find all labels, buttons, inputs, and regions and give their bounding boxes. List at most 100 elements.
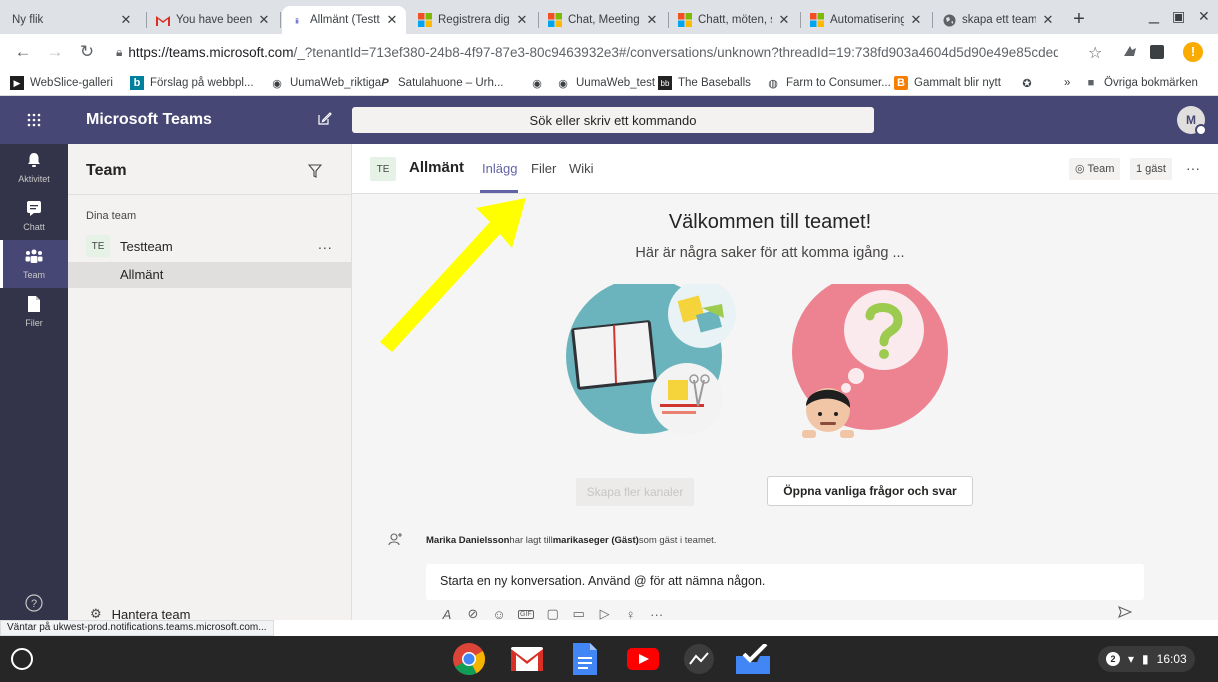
system-tray[interactable]: 2 ▾ ▮ 16:03 <box>1098 646 1195 672</box>
battery-icon: ▮ <box>1142 652 1149 666</box>
bookmark-item[interactable]: bb The Baseballs <box>658 74 751 92</box>
open-faq-button[interactable]: Öppna vanliga frågor och svar <box>767 476 973 506</box>
send-icon[interactable] <box>1118 605 1133 622</box>
close-tab-icon[interactable]: ✕ <box>514 12 530 28</box>
new-tab-plus-icon[interactable]: + <box>1067 8 1091 32</box>
alert-badge-icon[interactable]: ! <box>1183 42 1203 62</box>
attach-paperclip-icon[interactable]: ⊘ <box>466 606 480 622</box>
tab-posts[interactable]: Inlägg <box>482 161 517 176</box>
forward-arrow-icon[interactable]: → <box>44 41 66 63</box>
app-launcher-waffle-icon[interactable] <box>0 96 68 144</box>
tab-wiki[interactable]: Wiki <box>569 161 594 176</box>
analytics-app-icon[interactable] <box>682 642 716 676</box>
bookmark-item[interactable]: ◍ Farm to Consumer... <box>766 74 891 92</box>
browser-tab[interactable]: Ny flik ✕ <box>4 6 140 34</box>
browser-tab[interactable]: skapa ett team ✕ <box>934 6 1062 34</box>
browser-tab[interactable]: Registrera dig f ✕ <box>410 6 536 34</box>
bookmark-star-icon[interactable]: ☆ <box>1088 43 1102 63</box>
browser-tab[interactable]: Automatisering ✕ <box>802 6 930 34</box>
rail-item-files[interactable]: Filer <box>0 288 68 336</box>
bookmark-item[interactable]: ◉ UumaWeb_test <box>556 74 655 92</box>
compose-message-input[interactable] <box>426 564 1144 600</box>
other-bookmarks[interactable]: ■ Övriga bokmärken <box>1084 74 1198 92</box>
praise-icon[interactable]: ♀ <box>624 607 638 622</box>
gmail-app-icon[interactable] <box>510 642 544 676</box>
search-input[interactable] <box>352 107 874 133</box>
close-tab-icon[interactable]: ✕ <box>644 12 660 28</box>
browser-tab-active[interactable]: ᵢᵢ Allmänt (Testte ✕ <box>282 6 406 34</box>
chrome-app-icon[interactable] <box>452 642 486 676</box>
user-avatar[interactable]: M <box>1177 106 1207 136</box>
tab-title: Automatisering <box>830 14 904 26</box>
help-icon[interactable]: ? <box>0 594 68 617</box>
folder-icon: ■ <box>1087 77 1095 89</box>
close-tab-icon[interactable]: ✕ <box>776 12 792 28</box>
tab-title: skapa ett team <box>962 14 1036 26</box>
chat-icon <box>27 200 41 220</box>
close-tab-icon[interactable]: ✕ <box>384 12 400 28</box>
rail-item-team[interactable]: Team <box>0 240 68 288</box>
emoji-icon[interactable]: ☺ <box>492 607 506 622</box>
bookmark-item[interactable]: P Satulahuone – Urh... <box>378 74 503 92</box>
close-tab-icon[interactable]: ✕ <box>1040 12 1056 28</box>
welcome-illustration <box>566 284 948 438</box>
bookmark-item[interactable]: ▶ WebSlice-galleri <box>10 74 113 92</box>
team-button[interactable]: ◎ Team <box>1069 158 1121 180</box>
extension-icon[interactable] <box>1150 45 1164 59</box>
back-arrow-icon[interactable]: ← <box>12 41 34 63</box>
close-tab-icon[interactable]: ✕ <box>118 12 134 28</box>
launcher-icon[interactable] <box>11 648 33 670</box>
minimize-icon[interactable]: _ <box>1149 4 1159 25</box>
create-more-channels-button[interactable]: Skapa fler kanaler <box>576 478 694 506</box>
close-window-icon[interactable]: ✕ <box>1198 8 1210 25</box>
tab-title: Chatt, möten, s <box>698 14 772 26</box>
cow-icon: ◍ <box>768 77 778 90</box>
tab-title: Allmänt (Testte <box>310 14 380 26</box>
channel-item-allmant[interactable]: Allmänt <box>68 262 352 288</box>
extension-icon[interactable] <box>1122 44 1138 60</box>
bookmark-item[interactable]: ◉ UumaWeb_riktiga <box>270 74 381 92</box>
browser-tab[interactable]: Chatt, möten, s ✕ <box>670 6 798 34</box>
team-item-testteam[interactable]: TE Testteam ... <box>68 232 352 260</box>
restore-window-icon[interactable]: ▣ <box>1172 8 1185 25</box>
bookmark-item[interactable]: B Gammalt blir nytt <box>894 74 1001 92</box>
globe-icon: ◉ <box>272 77 282 90</box>
globe-icon <box>942 13 956 27</box>
tab-files[interactable]: Filer <box>531 161 556 176</box>
bookmarks-bar: ▶ WebSlice-galleri b Förslag på webbpl... … <box>0 70 1218 96</box>
bookmark-item[interactable]: b Förslag på webbpl... <box>130 74 254 92</box>
new-chat-compose-icon[interactable] <box>317 111 332 131</box>
more-apps-icon[interactable]: ··· <box>650 607 664 622</box>
guest-count-button[interactable]: 1 gäst <box>1130 158 1172 180</box>
globe-icon: ◉ <box>532 77 542 90</box>
close-tab-icon[interactable]: ✕ <box>908 12 924 28</box>
inbox-app-icon[interactable] <box>736 642 770 676</box>
notebook-illustration <box>566 284 736 435</box>
format-icon[interactable]: A <box>440 607 454 622</box>
browser-tab[interactable]: Chat, Meetings, ✕ <box>540 6 666 34</box>
tab-separator <box>932 12 933 28</box>
gmail-icon <box>156 13 170 27</box>
browser-tab[interactable]: You have been ✕ <box>148 6 278 34</box>
teams-header: Microsoft Teams M <box>0 96 1218 144</box>
bookmark-item[interactable]: ◉ <box>530 74 550 92</box>
rail-item-chat[interactable]: Chatt <box>0 192 68 240</box>
docs-app-icon[interactable] <box>568 642 602 676</box>
reload-icon[interactable]: ↻ <box>76 41 98 63</box>
baseballs-icon: bb <box>658 76 672 90</box>
close-tab-icon[interactable]: ✕ <box>256 12 272 28</box>
more-options-icon[interactable]: ··· <box>1186 160 1200 176</box>
rail-item-activity[interactable]: Aktivitet <box>0 144 68 192</box>
stream-icon[interactable]: ▷ <box>598 606 612 622</box>
microsoft-icon <box>678 13 692 27</box>
teams-icon: ᵢᵢ <box>295 14 299 26</box>
meet-now-icon[interactable]: ▭ <box>572 606 586 622</box>
sticker-icon[interactable]: ▢ <box>546 606 560 622</box>
url-field[interactable]: 🔒︎ https://teams.microsoft.com/_?tenantI… <box>108 38 1058 66</box>
bookmark-item[interactable]: ✪ <box>1020 74 1040 92</box>
more-options-icon[interactable]: ... <box>318 236 333 252</box>
filter-icon[interactable] <box>307 164 323 182</box>
bookmarks-overflow[interactable]: » <box>1064 74 1070 92</box>
gif-icon[interactable]: GIF <box>518 609 534 619</box>
youtube-app-icon[interactable] <box>626 642 660 676</box>
